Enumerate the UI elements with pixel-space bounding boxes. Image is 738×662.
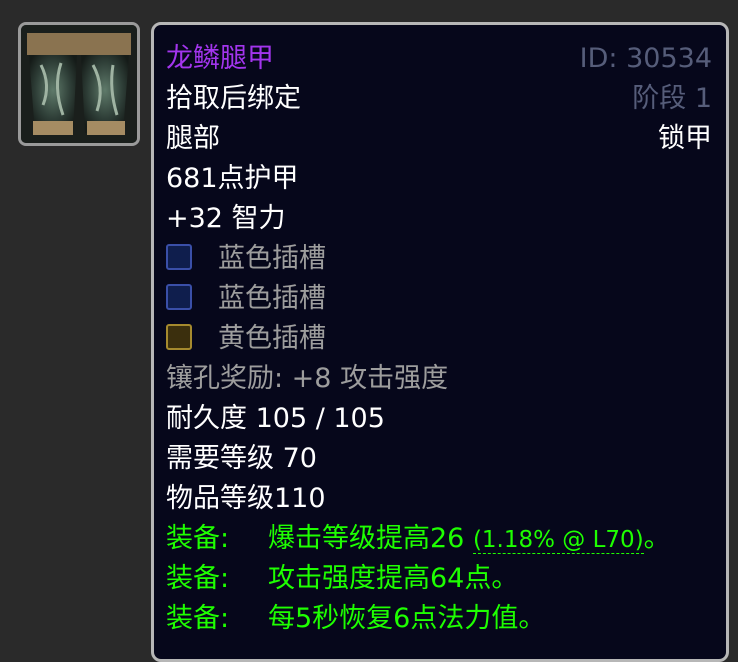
equip-label: 装备: [166,563,230,594]
equip-effect-row: 装备: 每5秒恢复6点法力值。 [166,599,712,639]
rating-conversion[interactable]: (1.18% @ L70) [472,527,644,554]
equip-label: 装备: [166,523,230,554]
armor-value: 681点护甲 [166,163,299,194]
socket-row: 黄色插槽 [166,319,712,359]
socket-row: 蓝色插槽 [166,239,712,279]
item-level: 物品等级110 [166,483,326,514]
bind-type: 拾取后绑定 [166,83,301,114]
equip-effect-text: 每5秒恢复6点法力值。 [268,603,546,634]
item-tooltip: 龙鳞腿甲 ID: 30534 拾取后绑定 阶段 1 腿部 锁甲 681点护甲 +… [151,22,729,662]
item-id: ID: 30534 [579,43,712,74]
yellow-socket-icon [166,323,192,350]
equip-effect-text: 爆击等级提高26 [268,523,465,554]
equip-label: 装备: [166,603,230,634]
durability: 耐久度 105 / 105 [166,403,385,434]
socket-label: 蓝色插槽 [218,243,326,274]
socket-label: 蓝色插槽 [218,283,326,314]
equip-effect-suffix: 。 [643,523,671,554]
required-level: 需要等级 70 [166,443,317,474]
dragonscale-legguards-icon [21,25,137,143]
required-level-row: 需要等级 70 [166,439,712,479]
item-slot: 腿部 [166,123,220,154]
blue-socket-icon [166,283,192,310]
item-level-row: 物品等级110 [166,479,712,519]
equip-effect-row: 装备: 攻击强度提高64点。 [166,559,712,599]
socket-bonus-row: 镶孔奖励: +8 攻击强度 [166,359,712,399]
slot-row: 腿部 锁甲 [166,119,712,159]
item-name-row: 龙鳞腿甲 ID: 30534 [166,39,712,79]
socket-bonus: 镶孔奖励: +8 攻击强度 [166,363,449,394]
intellect-stat: +32 智力 [166,203,286,234]
blue-socket-icon [166,243,192,270]
armor-row: 681点护甲 [166,159,712,199]
item-icon-frame[interactable] [18,22,140,146]
phase-label: 阶段 1 [632,83,712,114]
equip-effect-text: 攻击强度提高64点。 [268,563,519,594]
bind-row: 拾取后绑定 阶段 1 [166,79,712,119]
item-name[interactable]: 龙鳞腿甲 [166,43,274,74]
intellect-row: +32 智力 [166,199,712,239]
durability-row: 耐久度 105 / 105 [166,399,712,439]
armor-type: 锁甲 [658,123,712,154]
socket-label: 黄色插槽 [218,323,326,354]
equip-effect-row: 装备: 爆击等级提高26 (1.18% @ L70)。 [166,519,712,559]
socket-row: 蓝色插槽 [166,279,712,319]
